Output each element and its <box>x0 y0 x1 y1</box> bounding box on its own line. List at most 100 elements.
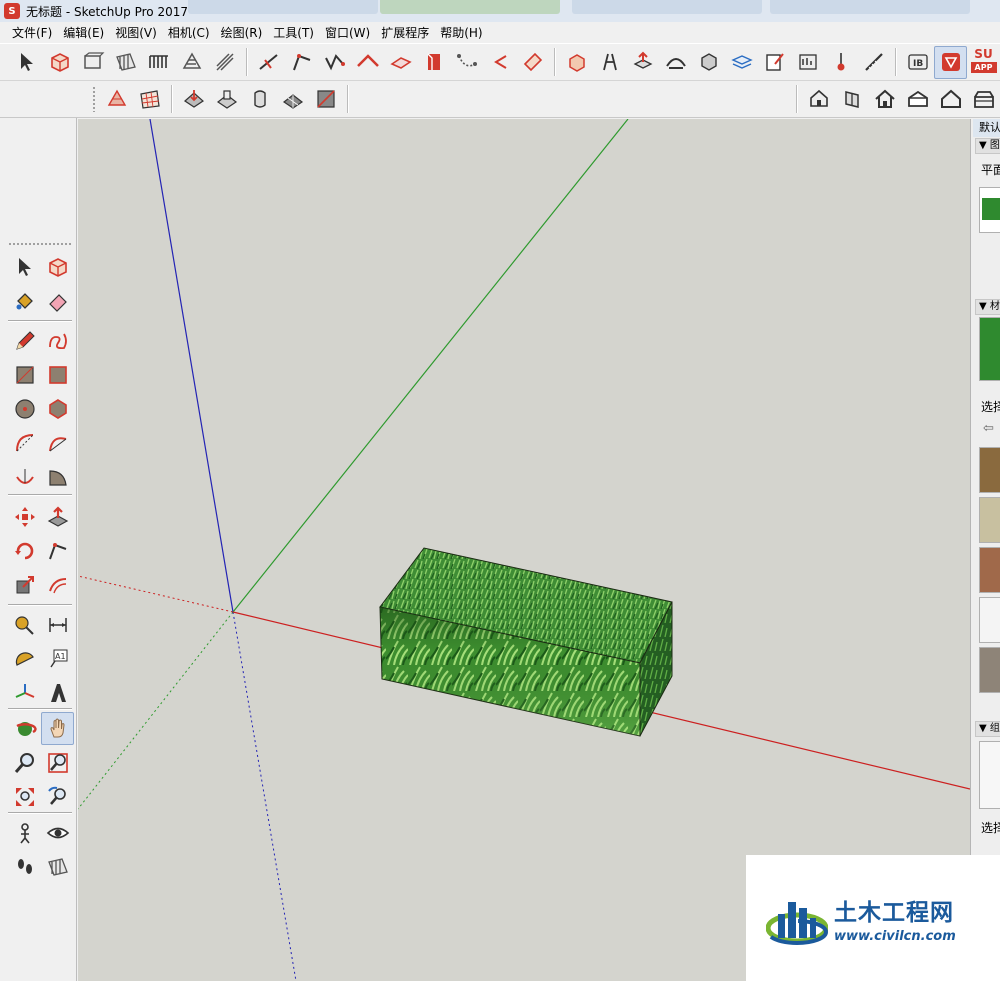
move-button[interactable] <box>8 500 41 533</box>
pan-button[interactable] <box>41 712 74 745</box>
text-button[interactable]: A1 <box>41 642 74 675</box>
menu-draw[interactable]: 绘图(R) <box>217 24 267 41</box>
menu-camera[interactable]: 相机(C) <box>164 24 214 41</box>
section-plane-button[interactable] <box>109 46 142 79</box>
zoom-extents-button[interactable] <box>8 780 41 813</box>
material-thumb[interactable] <box>979 597 1000 643</box>
toolbar-grip[interactable] <box>92 86 96 112</box>
bottom-view-button[interactable] <box>967 83 1000 116</box>
offset-plane-button[interactable] <box>384 46 417 79</box>
protractor-button[interactable] <box>8 642 41 675</box>
menu-file[interactable]: 文件(F) <box>8 24 56 41</box>
freehand-button[interactable] <box>41 324 74 357</box>
axes-button[interactable] <box>8 676 41 709</box>
material-thumb[interactable] <box>979 447 1000 493</box>
grid-button[interactable] <box>133 83 166 116</box>
home-view-button[interactable] <box>868 83 901 116</box>
section-fill-button[interactable] <box>175 46 208 79</box>
right-view-button[interactable] <box>835 83 868 116</box>
arc-button[interactable] <box>8 426 41 459</box>
menu-tools[interactable]: 工具(T) <box>269 24 318 41</box>
section-plane-button[interactable] <box>41 850 74 883</box>
palette-grip[interactable] <box>8 242 72 246</box>
iso-view-button[interactable] <box>802 83 835 116</box>
position-camera-button[interactable] <box>8 816 41 849</box>
tag-button[interactable] <box>516 46 549 79</box>
menu-extensions[interactable]: 扩展程序 <box>377 24 433 41</box>
section-cuts-button[interactable] <box>208 46 241 79</box>
menu-view[interactable]: 视图(V) <box>111 24 161 41</box>
sandbox-stamp-button[interactable] <box>210 83 243 116</box>
select-tab-label[interactable]: 选择 <box>981 398 1000 415</box>
extension-warehouse-button[interactable] <box>593 46 626 79</box>
cube-button[interactable] <box>692 46 725 79</box>
current-material-swatch[interactable] <box>979 317 1000 381</box>
scale-button[interactable] <box>8 568 41 601</box>
sandbox-detail-button[interactable] <box>276 83 309 116</box>
paint-bucket-button[interactable] <box>8 284 41 317</box>
rotated-rectangle-button[interactable] <box>41 358 74 391</box>
tray-title[interactable]: 默认面板 <box>973 119 1000 137</box>
roof-button[interactable] <box>351 46 384 79</box>
polygon-button[interactable] <box>41 392 74 425</box>
top-view-button[interactable] <box>901 83 934 116</box>
loft-button[interactable] <box>659 46 692 79</box>
render-ib-button[interactable]: IB <box>901 46 934 79</box>
follow-me-button[interactable] <box>285 46 318 79</box>
pencil-button[interactable] <box>8 324 41 357</box>
sandbox-flip-button[interactable] <box>309 83 342 116</box>
make-component-button[interactable] <box>43 46 76 79</box>
pie-button[interactable] <box>41 460 74 493</box>
materials-panel-header[interactable]: ▼ 材料 <box>975 299 1000 315</box>
su-app-button[interactable]: SU APP <box>967 46 1000 79</box>
front-view-button[interactable] <box>76 46 109 79</box>
components-panel-header[interactable]: ▼ 组件 <box>975 721 1000 737</box>
sandbox-smoove-button[interactable] <box>177 83 210 116</box>
look-around-button[interactable] <box>41 816 74 849</box>
viewport-canvas[interactable] <box>78 119 970 981</box>
zoom-button[interactable] <box>8 746 41 779</box>
grass-box-model[interactable] <box>379 547 673 737</box>
polyline-button[interactable] <box>318 46 351 79</box>
material-thumb[interactable] <box>979 547 1000 593</box>
arc-path-button[interactable] <box>483 46 516 79</box>
material-thumb[interactable] <box>979 647 1000 693</box>
note-edit-button[interactable] <box>758 46 791 79</box>
entity-info-panel-header[interactable]: ▼ 图元信息 <box>975 138 1000 154</box>
sandbox-drape-button[interactable] <box>243 83 276 116</box>
offset-button[interactable] <box>41 568 74 601</box>
section-display-button[interactable] <box>142 46 175 79</box>
path-nodes-button[interactable] <box>450 46 483 79</box>
menu-help[interactable]: 帮助(H) <box>436 24 486 41</box>
measure-button[interactable] <box>857 46 890 79</box>
3d-warehouse-button[interactable] <box>560 46 593 79</box>
select-arrow-button[interactable] <box>8 250 41 283</box>
dashboard-button[interactable] <box>791 46 824 79</box>
back-arrow-icon[interactable]: ⇦ <box>983 421 994 436</box>
menu-window[interactable]: 窗口(W) <box>321 24 374 41</box>
back-view-button[interactable] <box>934 83 967 116</box>
rotate-button[interactable] <box>8 534 41 567</box>
make-component-button[interactable] <box>41 250 74 283</box>
tape-measure-button[interactable] <box>8 608 41 641</box>
select-button[interactable] <box>10 46 43 79</box>
circle-button[interactable] <box>8 392 41 425</box>
two-point-arc-button[interactable] <box>41 426 74 459</box>
paint-push-button[interactable] <box>417 46 450 79</box>
zoom-window-button[interactable] <box>41 746 74 779</box>
dimension-button[interactable] <box>41 608 74 641</box>
eraser-button[interactable] <box>41 284 74 317</box>
upload-button[interactable] <box>626 46 659 79</box>
terrain-button[interactable] <box>100 83 133 116</box>
modeling-viewport[interactable] <box>78 119 970 981</box>
follow-me-button[interactable] <box>41 534 74 567</box>
pin-button[interactable] <box>824 46 857 79</box>
push-pull-button[interactable] <box>41 500 74 533</box>
sketchup-ruby-button[interactable] <box>934 45 967 79</box>
rectangle-button[interactable] <box>8 358 41 391</box>
3d-text-button[interactable] <box>41 676 74 709</box>
walk-button[interactable] <box>8 850 41 883</box>
layer-stack-button[interactable] <box>725 46 758 79</box>
material-thumb[interactable] <box>979 497 1000 543</box>
menu-edit[interactable]: 编辑(E) <box>59 24 108 41</box>
